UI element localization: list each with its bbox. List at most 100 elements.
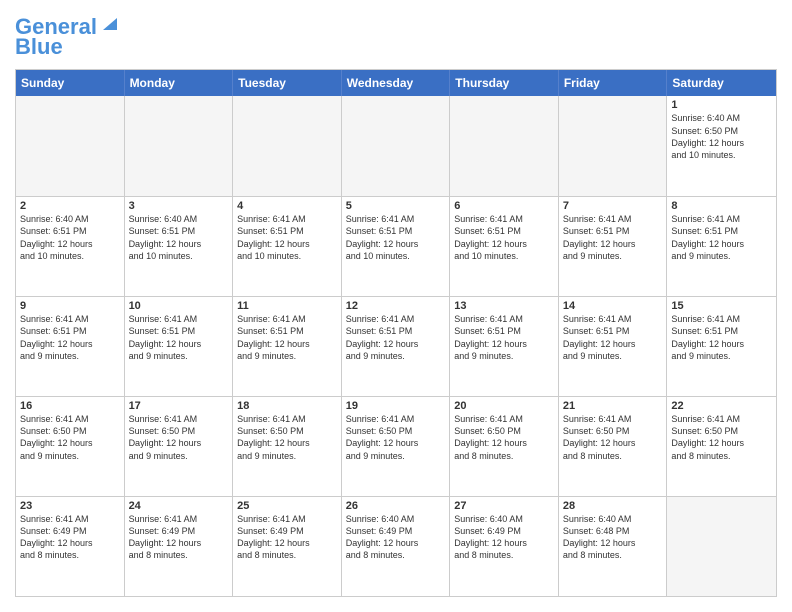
cell-info: Sunrise: 6:41 AM Sunset: 6:51 PM Dayligh… <box>671 213 772 262</box>
calendar-cell <box>559 96 668 196</box>
date-number: 4 <box>237 200 337 212</box>
header: General Blue <box>15 15 777 59</box>
calendar: SundayMondayTuesdayWednesdayThursdayFrid… <box>15 69 777 597</box>
date-number: 13 <box>454 300 554 312</box>
calendar-cell <box>450 96 559 196</box>
day-header-friday: Friday <box>559 70 668 96</box>
logo-text-line2: Blue <box>15 35 63 59</box>
date-number: 10 <box>129 300 229 312</box>
cell-info: Sunrise: 6:41 AM Sunset: 6:49 PM Dayligh… <box>20 513 120 562</box>
date-number: 17 <box>129 400 229 412</box>
cell-info: Sunrise: 6:40 AM Sunset: 6:51 PM Dayligh… <box>20 213 120 262</box>
calendar-cell: 8Sunrise: 6:41 AM Sunset: 6:51 PM Daylig… <box>667 197 776 296</box>
date-number: 5 <box>346 200 446 212</box>
cell-info: Sunrise: 6:41 AM Sunset: 6:51 PM Dayligh… <box>20 313 120 362</box>
calendar-cell: 11Sunrise: 6:41 AM Sunset: 6:51 PM Dayli… <box>233 297 342 396</box>
logo-icon <box>99 12 121 34</box>
cell-info: Sunrise: 6:40 AM Sunset: 6:49 PM Dayligh… <box>454 513 554 562</box>
date-number: 2 <box>20 200 120 212</box>
cell-info: Sunrise: 6:40 AM Sunset: 6:48 PM Dayligh… <box>563 513 663 562</box>
calendar-cell: 2Sunrise: 6:40 AM Sunset: 6:51 PM Daylig… <box>16 197 125 296</box>
calendar-row-2: 2Sunrise: 6:40 AM Sunset: 6:51 PM Daylig… <box>16 196 776 296</box>
cell-info: Sunrise: 6:41 AM Sunset: 6:51 PM Dayligh… <box>237 213 337 262</box>
cell-info: Sunrise: 6:41 AM Sunset: 6:51 PM Dayligh… <box>454 313 554 362</box>
calendar-cell: 23Sunrise: 6:41 AM Sunset: 6:49 PM Dayli… <box>16 497 125 596</box>
calendar-cell: 15Sunrise: 6:41 AM Sunset: 6:51 PM Dayli… <box>667 297 776 396</box>
calendar-cell: 20Sunrise: 6:41 AM Sunset: 6:50 PM Dayli… <box>450 397 559 496</box>
day-header-sunday: Sunday <box>16 70 125 96</box>
day-header-tuesday: Tuesday <box>233 70 342 96</box>
date-number: 16 <box>20 400 120 412</box>
calendar-row-5: 23Sunrise: 6:41 AM Sunset: 6:49 PM Dayli… <box>16 496 776 596</box>
date-number: 22 <box>671 400 772 412</box>
cell-info: Sunrise: 6:41 AM Sunset: 6:51 PM Dayligh… <box>563 313 663 362</box>
date-number: 18 <box>237 400 337 412</box>
calendar-cell: 7Sunrise: 6:41 AM Sunset: 6:51 PM Daylig… <box>559 197 668 296</box>
calendar-cell: 18Sunrise: 6:41 AM Sunset: 6:50 PM Dayli… <box>233 397 342 496</box>
cell-info: Sunrise: 6:41 AM Sunset: 6:50 PM Dayligh… <box>20 413 120 462</box>
calendar-cell: 22Sunrise: 6:41 AM Sunset: 6:50 PM Dayli… <box>667 397 776 496</box>
date-number: 9 <box>20 300 120 312</box>
cell-info: Sunrise: 6:41 AM Sunset: 6:49 PM Dayligh… <box>129 513 229 562</box>
calendar-cell: 19Sunrise: 6:41 AM Sunset: 6:50 PM Dayli… <box>342 397 451 496</box>
calendar-cell: 1Sunrise: 6:40 AM Sunset: 6:50 PM Daylig… <box>667 96 776 196</box>
cell-info: Sunrise: 6:41 AM Sunset: 6:51 PM Dayligh… <box>346 213 446 262</box>
cell-info: Sunrise: 6:41 AM Sunset: 6:50 PM Dayligh… <box>671 413 772 462</box>
cell-info: Sunrise: 6:41 AM Sunset: 6:51 PM Dayligh… <box>671 313 772 362</box>
cell-info: Sunrise: 6:41 AM Sunset: 6:50 PM Dayligh… <box>454 413 554 462</box>
date-number: 28 <box>563 500 663 512</box>
cell-info: Sunrise: 6:41 AM Sunset: 6:50 PM Dayligh… <box>563 413 663 462</box>
date-number: 11 <box>237 300 337 312</box>
calendar-cell: 16Sunrise: 6:41 AM Sunset: 6:50 PM Dayli… <box>16 397 125 496</box>
calendar-cell: 9Sunrise: 6:41 AM Sunset: 6:51 PM Daylig… <box>16 297 125 396</box>
calendar-header: SundayMondayTuesdayWednesdayThursdayFrid… <box>16 70 776 96</box>
calendar-cell: 6Sunrise: 6:41 AM Sunset: 6:51 PM Daylig… <box>450 197 559 296</box>
cell-info: Sunrise: 6:40 AM Sunset: 6:49 PM Dayligh… <box>346 513 446 562</box>
date-number: 14 <box>563 300 663 312</box>
date-number: 21 <box>563 400 663 412</box>
date-number: 3 <box>129 200 229 212</box>
cell-info: Sunrise: 6:41 AM Sunset: 6:51 PM Dayligh… <box>563 213 663 262</box>
calendar-cell <box>16 96 125 196</box>
calendar-cell: 26Sunrise: 6:40 AM Sunset: 6:49 PM Dayli… <box>342 497 451 596</box>
date-number: 24 <box>129 500 229 512</box>
calendar-cell: 3Sunrise: 6:40 AM Sunset: 6:51 PM Daylig… <box>125 197 234 296</box>
day-header-wednesday: Wednesday <box>342 70 451 96</box>
calendar-cell: 12Sunrise: 6:41 AM Sunset: 6:51 PM Dayli… <box>342 297 451 396</box>
cell-info: Sunrise: 6:41 AM Sunset: 6:51 PM Dayligh… <box>454 213 554 262</box>
date-number: 23 <box>20 500 120 512</box>
date-number: 20 <box>454 400 554 412</box>
calendar-cell: 27Sunrise: 6:40 AM Sunset: 6:49 PM Dayli… <box>450 497 559 596</box>
calendar-body: 1Sunrise: 6:40 AM Sunset: 6:50 PM Daylig… <box>16 96 776 596</box>
date-number: 8 <box>671 200 772 212</box>
date-number: 19 <box>346 400 446 412</box>
cell-info: Sunrise: 6:41 AM Sunset: 6:50 PM Dayligh… <box>346 413 446 462</box>
cell-info: Sunrise: 6:41 AM Sunset: 6:51 PM Dayligh… <box>237 313 337 362</box>
calendar-cell <box>342 96 451 196</box>
date-number: 1 <box>671 99 772 111</box>
calendar-cell: 25Sunrise: 6:41 AM Sunset: 6:49 PM Dayli… <box>233 497 342 596</box>
date-number: 15 <box>671 300 772 312</box>
calendar-cell: 17Sunrise: 6:41 AM Sunset: 6:50 PM Dayli… <box>125 397 234 496</box>
cell-info: Sunrise: 6:40 AM Sunset: 6:51 PM Dayligh… <box>129 213 229 262</box>
date-number: 6 <box>454 200 554 212</box>
calendar-cell: 28Sunrise: 6:40 AM Sunset: 6:48 PM Dayli… <box>559 497 668 596</box>
calendar-cell: 24Sunrise: 6:41 AM Sunset: 6:49 PM Dayli… <box>125 497 234 596</box>
day-header-monday: Monday <box>125 70 234 96</box>
calendar-cell: 14Sunrise: 6:41 AM Sunset: 6:51 PM Dayli… <box>559 297 668 396</box>
calendar-cell: 5Sunrise: 6:41 AM Sunset: 6:51 PM Daylig… <box>342 197 451 296</box>
calendar-row-3: 9Sunrise: 6:41 AM Sunset: 6:51 PM Daylig… <box>16 296 776 396</box>
page: General Blue SundayMondayTuesdayWednesda… <box>0 0 792 612</box>
date-number: 25 <box>237 500 337 512</box>
cell-info: Sunrise: 6:41 AM Sunset: 6:50 PM Dayligh… <box>129 413 229 462</box>
cell-info: Sunrise: 6:41 AM Sunset: 6:51 PM Dayligh… <box>129 313 229 362</box>
date-number: 27 <box>454 500 554 512</box>
calendar-cell <box>233 96 342 196</box>
calendar-cell: 13Sunrise: 6:41 AM Sunset: 6:51 PM Dayli… <box>450 297 559 396</box>
calendar-cell <box>125 96 234 196</box>
calendar-cell <box>667 497 776 596</box>
date-number: 12 <box>346 300 446 312</box>
calendar-cell: 10Sunrise: 6:41 AM Sunset: 6:51 PM Dayli… <box>125 297 234 396</box>
logo: General Blue <box>15 15 121 59</box>
day-header-saturday: Saturday <box>667 70 776 96</box>
